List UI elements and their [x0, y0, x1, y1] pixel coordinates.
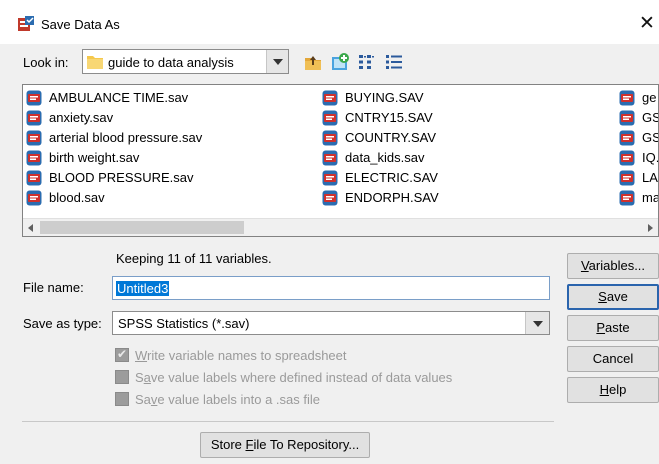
file-name: blood.sav: [49, 190, 105, 205]
sav-file-icon: [322, 190, 338, 206]
button-label-part: ile To Repository...: [253, 437, 360, 452]
sav-file-icon: [322, 90, 338, 106]
button-label-part: Store: [210, 437, 246, 452]
file-name: data_kids.sav: [345, 150, 425, 165]
file-name-input[interactable]: Untitled3: [112, 276, 550, 300]
file-name: ELECTRIC.SAV: [345, 170, 438, 185]
save-button[interactable]: Save: [567, 284, 659, 310]
window-title: Save Data As: [41, 17, 120, 32]
save-value-labels-checkbox[interactable]: [115, 370, 129, 384]
sav-file-icon: [26, 170, 42, 186]
paste-button[interactable]: Paste: [567, 315, 659, 341]
file-name: anxiety.sav: [49, 110, 114, 125]
file-name: AMBULANCE TIME.sav: [49, 90, 189, 105]
checkmark-icon: ✔: [117, 347, 128, 361]
button-mnemonic: S: [598, 289, 607, 304]
button-label-part: Cancel: [592, 351, 634, 366]
up-folder-icon[interactable]: [303, 52, 323, 72]
new-folder-icon[interactable]: [330, 52, 350, 72]
button-mnemonic: V: [580, 258, 589, 273]
title-bar: Save Data As ✕: [0, 0, 659, 44]
scroll-left-button[interactable]: [23, 219, 40, 236]
button-mnemonic: H: [599, 382, 610, 397]
save-as-type-dropdown[interactable]: SPSS Statistics (*.sav): [112, 311, 550, 335]
file-name: COUNTRY.SAV: [345, 130, 437, 145]
sav-file-icon: [26, 190, 42, 206]
save-as-type-value: SPSS Statistics (*.sav): [118, 316, 250, 331]
scrollbar-thumb[interactable]: [40, 221, 244, 234]
button-label-part: elp: [609, 382, 627, 397]
file-name: ENDORPH.SAV: [345, 190, 439, 205]
label-part: ve value labels where defined instead of…: [150, 370, 453, 385]
sav-file-icon: [26, 110, 42, 126]
label-part: S: [135, 370, 144, 385]
list-view-icon[interactable]: [357, 52, 377, 72]
chevron-right-icon: [648, 224, 653, 232]
button-label-part: ariables...: [588, 258, 646, 273]
button-label-part: ave: [606, 289, 628, 304]
store-to-repository-button[interactable]: Store File To Repository...: [200, 432, 370, 458]
chevron-left-icon: [28, 224, 33, 232]
sav-file-icon: [322, 130, 338, 146]
button-mnemonic: P: [596, 320, 606, 335]
file-name: GS: [642, 110, 659, 125]
file-name: ge: [642, 90, 657, 105]
file-name-label: File name:: [23, 280, 84, 295]
variables-button[interactable]: Variables...: [567, 253, 659, 279]
cancel-button[interactable]: Cancel: [567, 346, 659, 372]
spss-app-icon: [18, 16, 34, 31]
variables-kept-status: Keeping 11 of 11 variables.: [116, 251, 272, 266]
folder-icon: [87, 56, 103, 69]
sav-file-icon: [619, 130, 635, 146]
sav-file-icon: [619, 150, 635, 166]
close-icon[interactable]: ✕: [637, 12, 657, 34]
sav-file-icon: [26, 130, 42, 146]
chevron-down-icon: [273, 59, 283, 65]
sav-file-icon: [26, 150, 42, 166]
look-in-dropdown-button[interactable]: [266, 50, 288, 73]
file-name: BLOOD PRESSURE.sav: [49, 170, 194, 185]
save-value-labels-label: Save value labels where defined instead …: [135, 370, 452, 385]
label-part: Sa: [135, 392, 151, 407]
file-name: arterial blood pressure.sav: [49, 130, 203, 145]
file-name: IQ.: [642, 150, 659, 165]
sav-file-icon: [26, 90, 42, 106]
file-name: ma: [642, 190, 659, 205]
sav-file-icon: [619, 170, 635, 186]
save-as-type-label: Save as type:: [23, 316, 102, 331]
file-name: CNTRY15.SAV: [345, 110, 433, 125]
look-in-label: Look in:: [23, 55, 69, 70]
save-sas-labels-label: Save value labels into a .sas file: [135, 392, 320, 407]
button-label-part: aste: [605, 320, 630, 335]
chevron-down-icon: [533, 321, 543, 327]
sav-file-icon: [322, 170, 338, 186]
sav-file-icon: [322, 150, 338, 166]
look-in-value: guide to data analysis: [108, 55, 234, 70]
look-in-dropdown[interactable]: guide to data analysis: [82, 49, 289, 74]
sav-file-icon: [322, 110, 338, 126]
divider: [22, 421, 554, 422]
scroll-right-button[interactable]: [641, 219, 658, 236]
write-variable-names-label: Write variable names to spreadsheet: [135, 348, 347, 363]
label-part: rite variable names to spreadsheet: [147, 348, 347, 363]
file-name: birth weight.sav: [49, 150, 140, 165]
file-name-value: Untitled3: [116, 281, 170, 296]
save-sas-labels-checkbox[interactable]: [115, 392, 129, 406]
label-mnemonic: W: [135, 348, 148, 363]
horizontal-scrollbar[interactable]: [23, 218, 658, 236]
file-list[interactable]: AMBULANCE TIME.sav anxiety.sav arterial bl…: [22, 84, 659, 237]
write-variable-names-checkbox[interactable]: ✔: [115, 347, 129, 362]
sav-file-icon: [619, 90, 635, 106]
details-view-icon[interactable]: [384, 52, 404, 72]
label-part: e value labels into a .sas file: [157, 392, 321, 407]
file-name: LA: [642, 170, 658, 185]
file-name: BUYING.SAV: [345, 90, 424, 105]
label-mnemonic: a: [143, 370, 151, 385]
help-button[interactable]: Help: [567, 377, 659, 403]
file-name: GS: [642, 130, 659, 145]
sav-file-icon: [619, 110, 635, 126]
sav-file-icon: [619, 190, 635, 206]
save-as-type-dropdown-button[interactable]: [525, 312, 549, 334]
